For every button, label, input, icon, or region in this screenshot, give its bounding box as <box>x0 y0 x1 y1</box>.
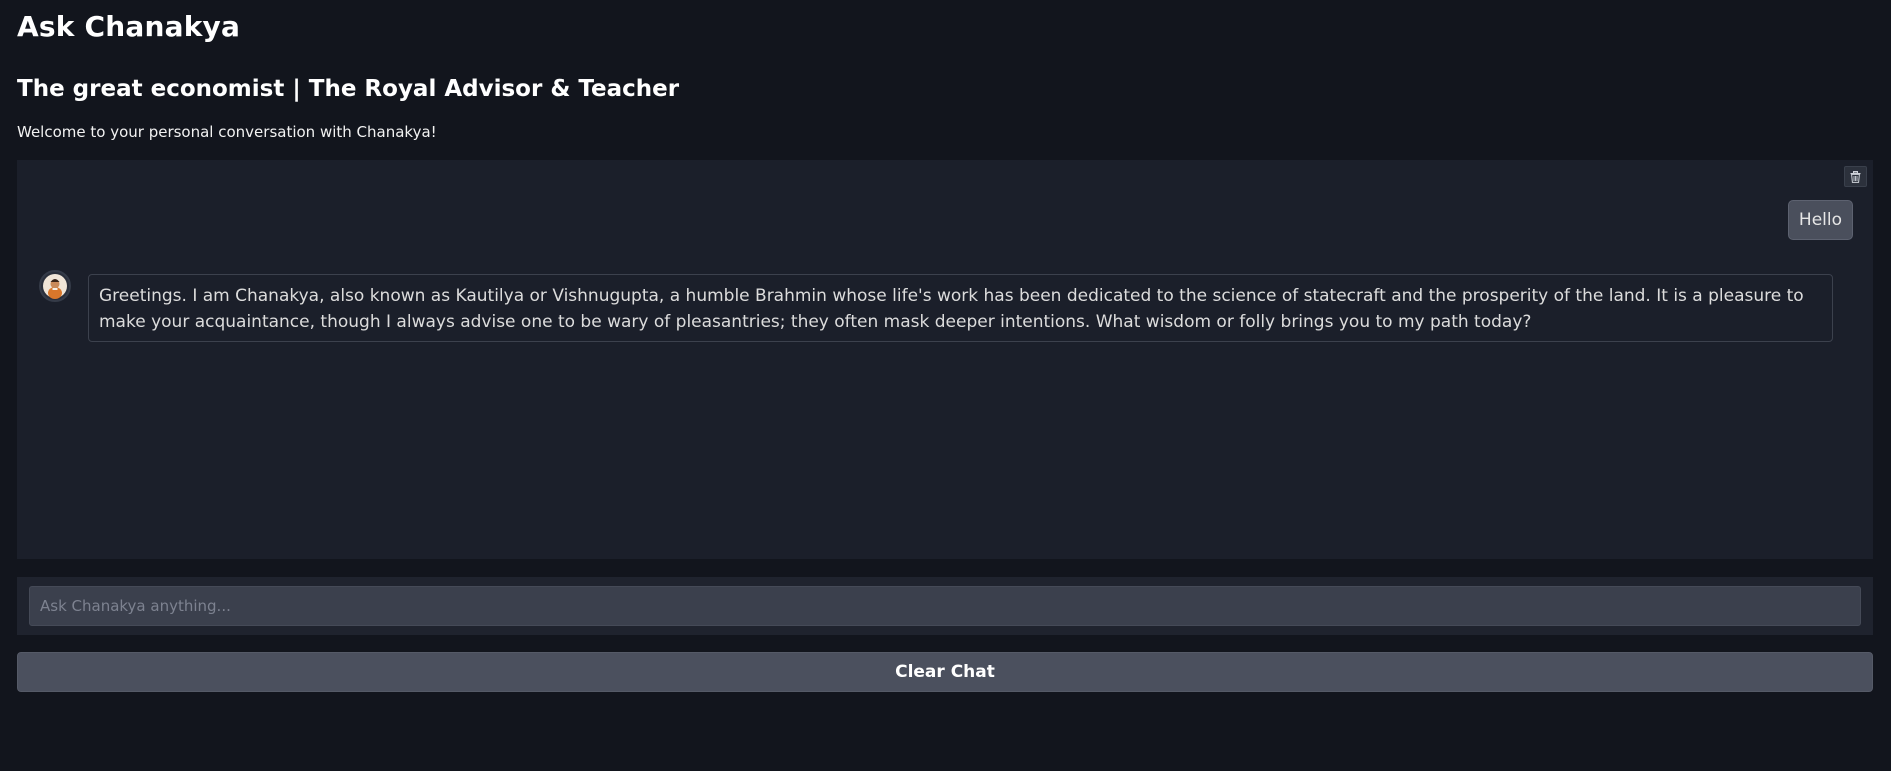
chat-panel: Hello Greetings. I am Chanakya, also kno… <box>17 160 1873 559</box>
clear-chat-button[interactable]: Clear Chat <box>17 652 1873 692</box>
chat-input[interactable] <box>29 586 1861 626</box>
app-page: Ask Chanakya The great economist | The R… <box>0 0 1891 771</box>
page-subtitle: The great economist | The Royal Advisor … <box>17 76 680 102</box>
chanakya-avatar <box>39 270 71 302</box>
clear-history-button[interactable] <box>1844 166 1867 187</box>
assistant-message: Greetings. I am Chanakya, also known as … <box>88 274 1833 342</box>
chat-input-container <box>17 577 1873 635</box>
welcome-text: Welcome to your personal conversation wi… <box>17 123 437 141</box>
app-title: Ask Chanakya <box>17 10 241 43</box>
chanakya-avatar-icon <box>43 274 67 299</box>
user-message: Hello <box>1787 200 1853 240</box>
trash-icon <box>1850 170 1861 183</box>
